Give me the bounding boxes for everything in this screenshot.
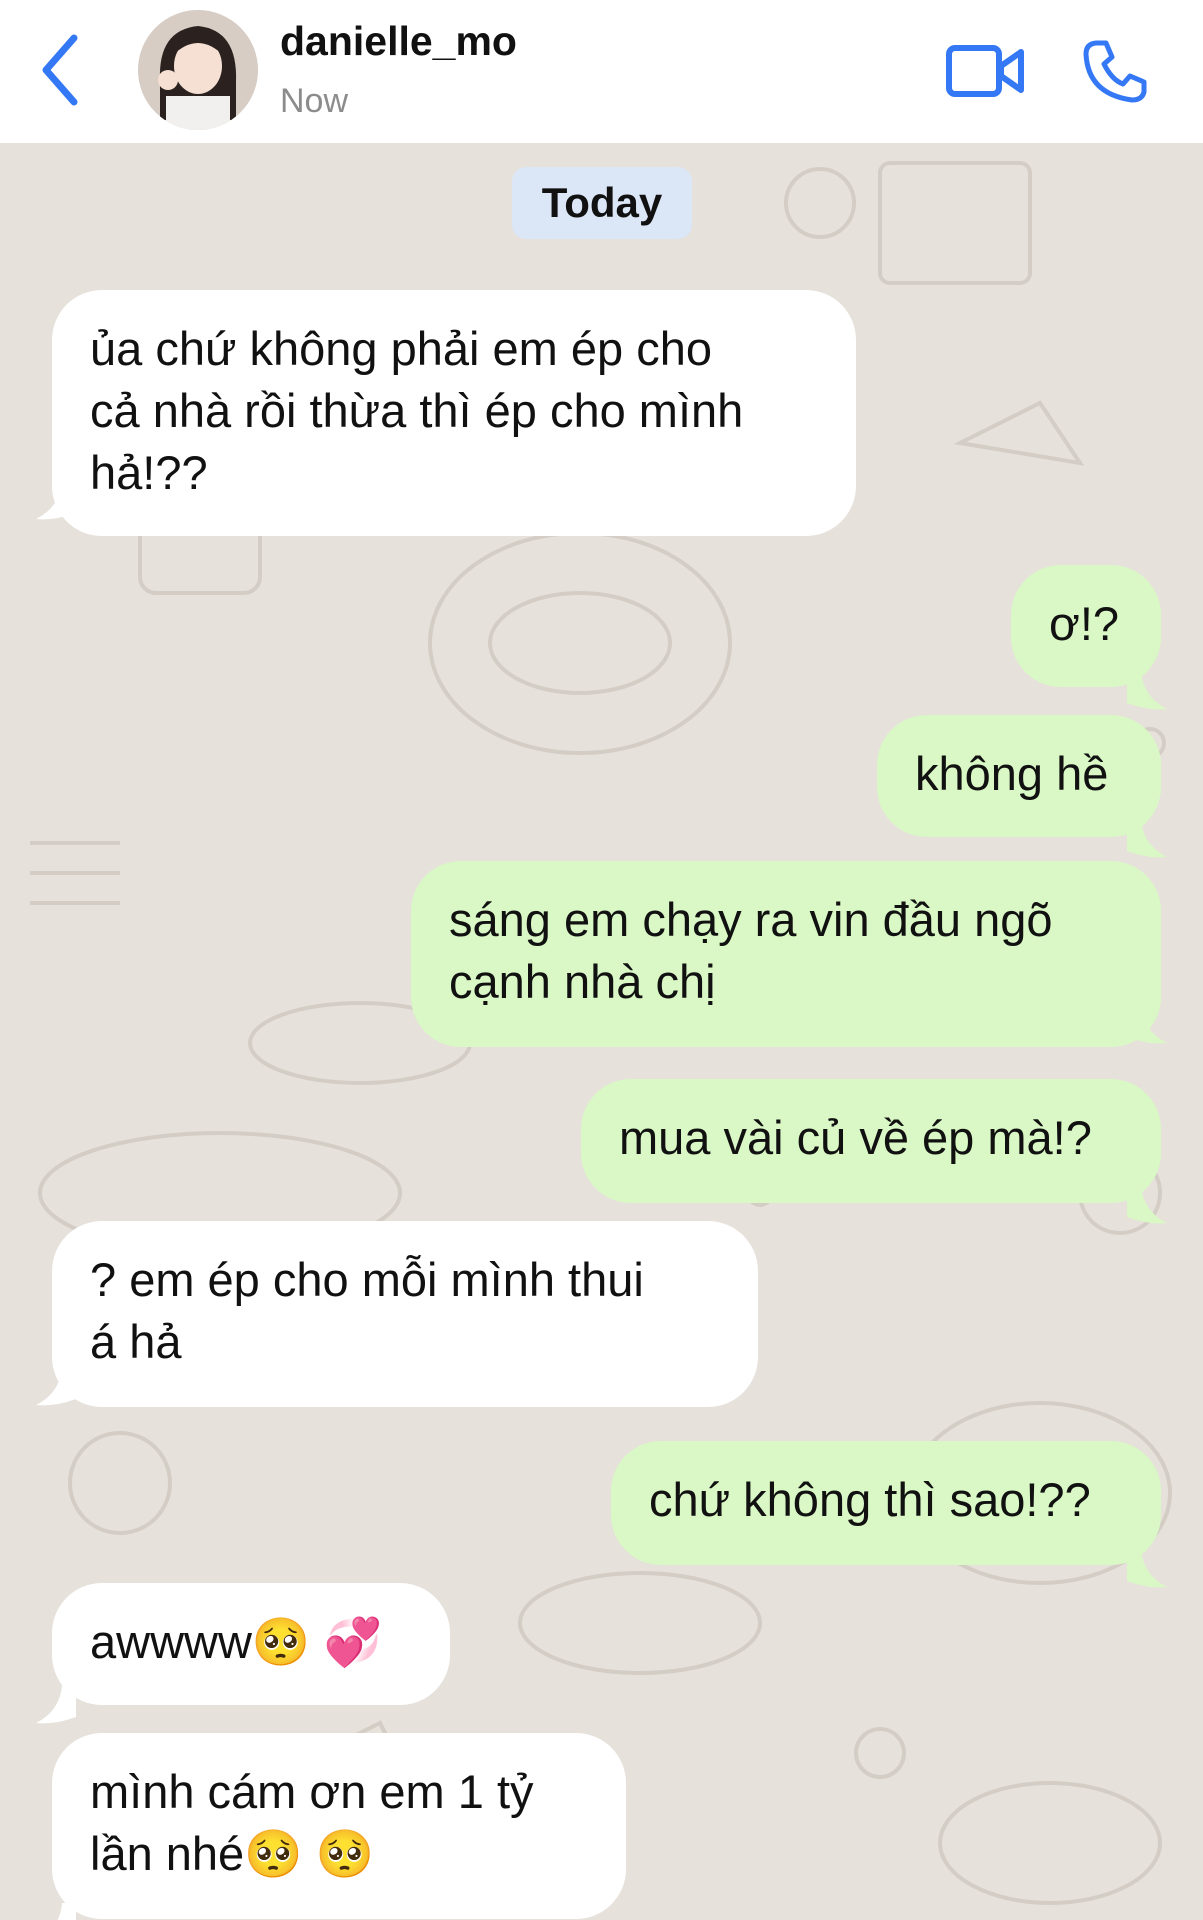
avatar-photo-icon (138, 10, 258, 130)
video-call-icon[interactable] (945, 42, 1025, 100)
date-separator: Today (512, 167, 692, 239)
message-bubble-incoming[interactable]: ủa chứ không phải em ép cho cả nhà rồi t… (52, 290, 856, 536)
message-bubble-outgoing[interactable]: mua vài củ về ép mà!? (581, 1079, 1161, 1203)
message-bubble-incoming[interactable]: mình cám ơn em 1 tỷ lần nhé🥺 🥺 (52, 1733, 626, 1919)
message-bubble-outgoing[interactable]: sáng em chạy ra vin đầu ngõ cạnh nhà chị (411, 861, 1161, 1047)
phone-call-icon[interactable] (1082, 38, 1148, 104)
back-chevron-icon[interactable] (38, 30, 88, 110)
message-bubble-incoming[interactable]: awwww🥺 💞 (52, 1583, 450, 1705)
chat-area[interactable]: Today ủa chứ không phải em ép cho cả nhà… (0, 143, 1203, 1920)
contact-status: Now (280, 82, 349, 120)
contact-name[interactable]: danielle_mo (280, 18, 517, 65)
avatar[interactable] (138, 10, 258, 130)
message-bubble-incoming[interactable]: ? em ép cho mỗi mình thui á hả (52, 1221, 758, 1407)
message-bubble-outgoing[interactable]: chứ không thì sao!?? (611, 1441, 1161, 1565)
chat-header: danielle_mo Now (0, 0, 1203, 143)
message-bubble-outgoing[interactable]: không hề (877, 715, 1161, 837)
message-bubble-outgoing[interactable]: ơ!? (1011, 565, 1161, 687)
